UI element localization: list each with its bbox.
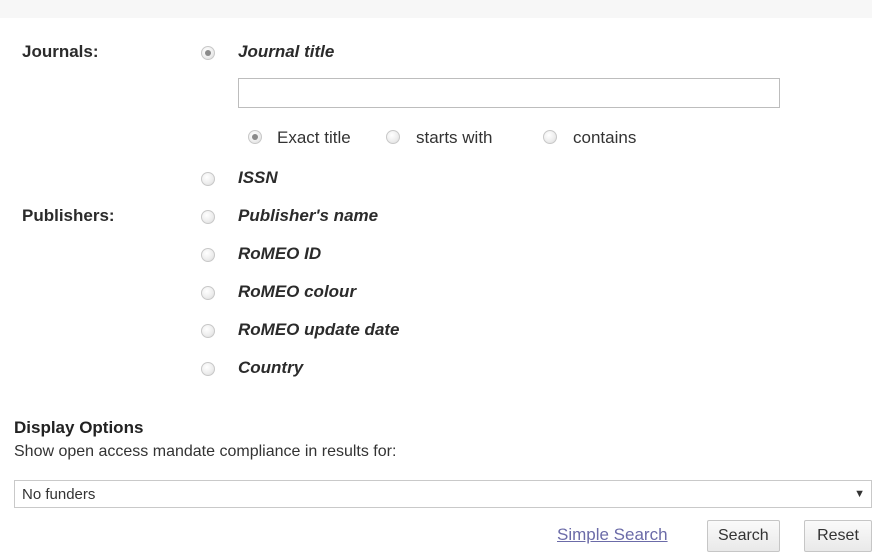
funder-select-value: No funders [22, 486, 96, 503]
romeo-colour-radio[interactable] [201, 286, 215, 300]
advanced-search-form: Journals: Journal title Exact title star… [0, 0, 872, 552]
journal-title-radio[interactable] [201, 46, 215, 60]
exact-title-radio[interactable] [248, 130, 262, 144]
starts-with-label: starts with [416, 128, 493, 147]
publisher-name-label: Publisher's name [238, 206, 379, 225]
journal-title-input[interactable] [238, 78, 780, 108]
journals-section-label: Journals: [22, 42, 99, 61]
country-radio[interactable] [201, 362, 215, 376]
romeo-id-radio[interactable] [201, 248, 215, 262]
journal-title-label: Journal title [238, 42, 335, 61]
contains-label: contains [573, 128, 637, 147]
exact-title-label: Exact title [277, 128, 351, 147]
funder-select[interactable]: No funders ▼ [14, 480, 872, 508]
country-label: Country [238, 358, 304, 377]
romeo-update-date-label: RoMEO update date [238, 320, 400, 339]
publishers-section-label: Publishers: [22, 206, 115, 225]
top-band [0, 0, 872, 18]
issn-label: ISSN [238, 168, 278, 187]
romeo-id-label: RoMEO ID [238, 244, 322, 263]
starts-with-radio[interactable] [386, 130, 400, 144]
reset-button[interactable]: Reset [804, 520, 872, 552]
display-options-title: Display Options [14, 418, 144, 437]
romeo-update-date-radio[interactable] [201, 324, 215, 338]
display-options-description: Show open access mandate compliance in r… [14, 443, 397, 460]
search-button[interactable]: Search [707, 520, 780, 552]
issn-radio[interactable] [201, 172, 215, 186]
simple-search-link[interactable]: Simple Search [557, 525, 668, 545]
romeo-colour-label: RoMEO colour [238, 282, 357, 301]
dropdown-arrow-icon: ▼ [854, 488, 865, 500]
contains-radio[interactable] [543, 130, 557, 144]
publisher-name-radio[interactable] [201, 210, 215, 224]
